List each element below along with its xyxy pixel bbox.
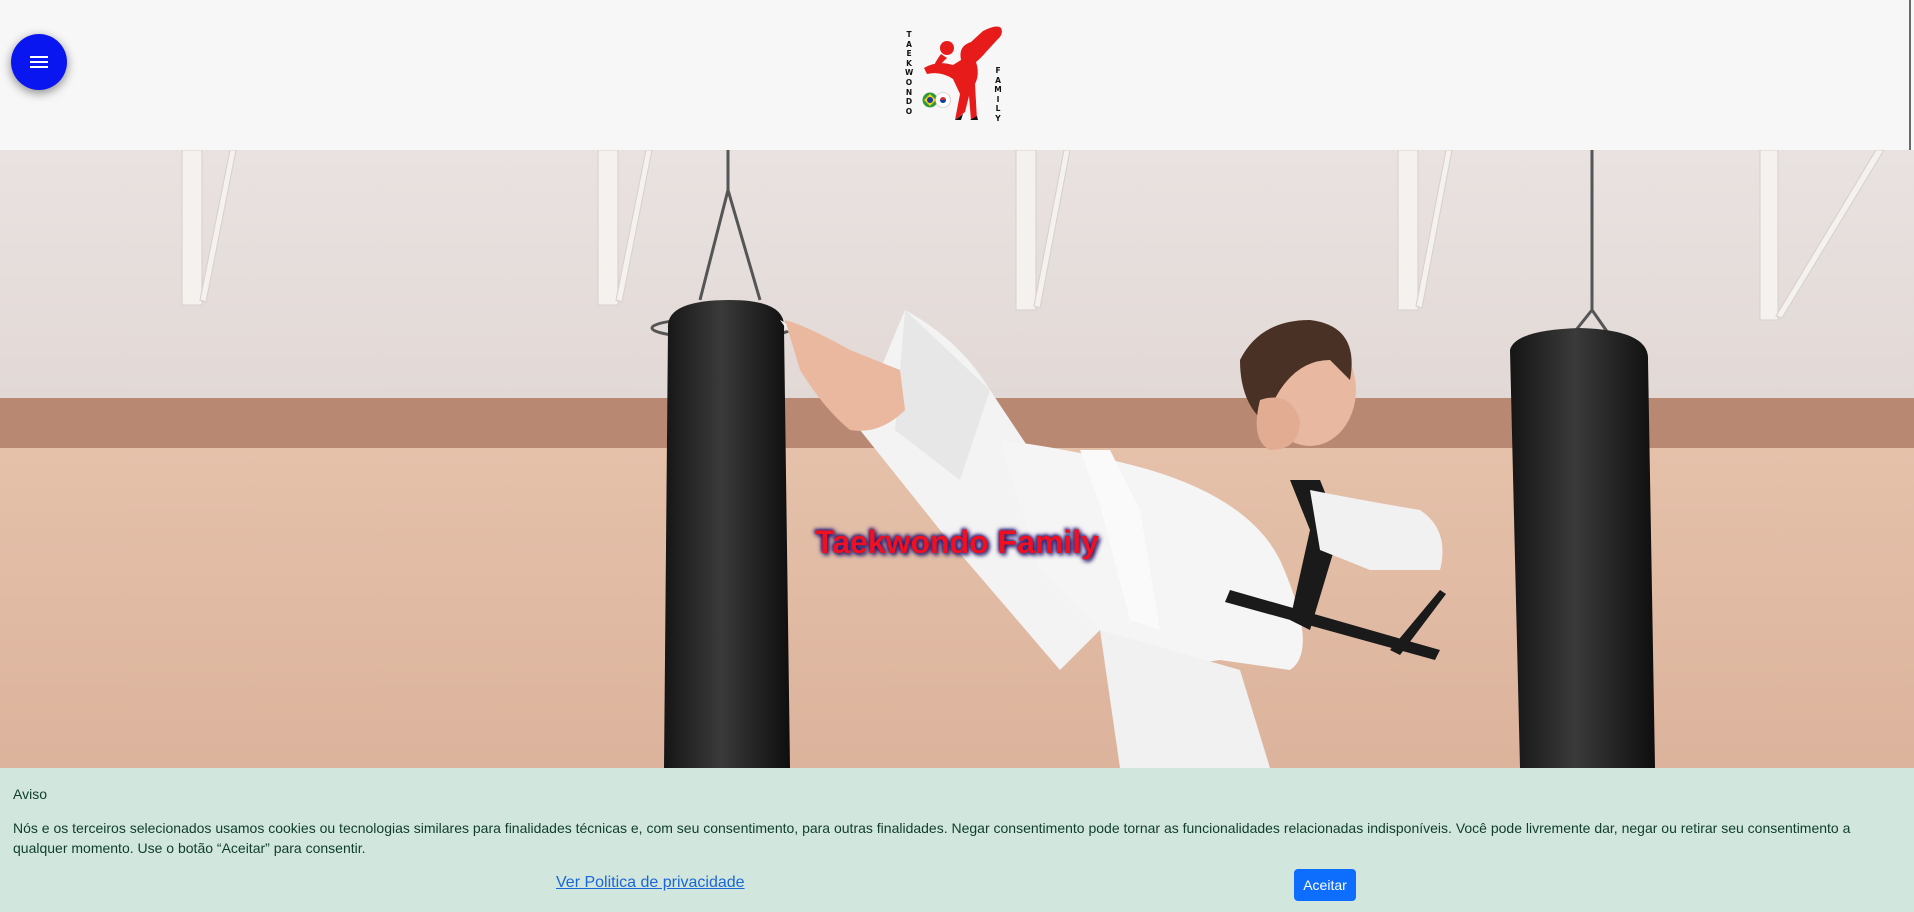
cookie-banner: Aviso Nós e os terceiros selecionados us… <box>0 768 1914 912</box>
site-header: TAEKWONDO FAMILY <box>0 0 1914 150</box>
taekwondo-athlete-high-kick-photo <box>0 150 1914 768</box>
site-logo[interactable]: TAEKWONDO FAMILY <box>903 24 1007 123</box>
flags-icon <box>922 92 951 108</box>
scrollbar[interactable] <box>1909 0 1911 150</box>
south-korea-flag <box>935 92 951 108</box>
privacy-policy-link[interactable]: Ver Politica de privacidade <box>556 874 745 892</box>
hamburger-menu-icon <box>30 56 48 68</box>
kicking-fighter-logo <box>924 26 1002 120</box>
hero-title: Taekwondo Family <box>815 524 1099 560</box>
cookie-banner-title: Aviso <box>13 786 47 802</box>
accept-button[interactable]: Aceitar <box>1294 869 1356 901</box>
hero-banner: Taekwondo Family <box>0 150 1914 768</box>
page: TAEKWONDO FAMILY Taekwondo Family Aviso … <box>0 0 1914 912</box>
cookie-banner-text: Nós e os terceiros selecionados usamos c… <box>13 820 1851 856</box>
menu-button[interactable] <box>11 34 67 90</box>
